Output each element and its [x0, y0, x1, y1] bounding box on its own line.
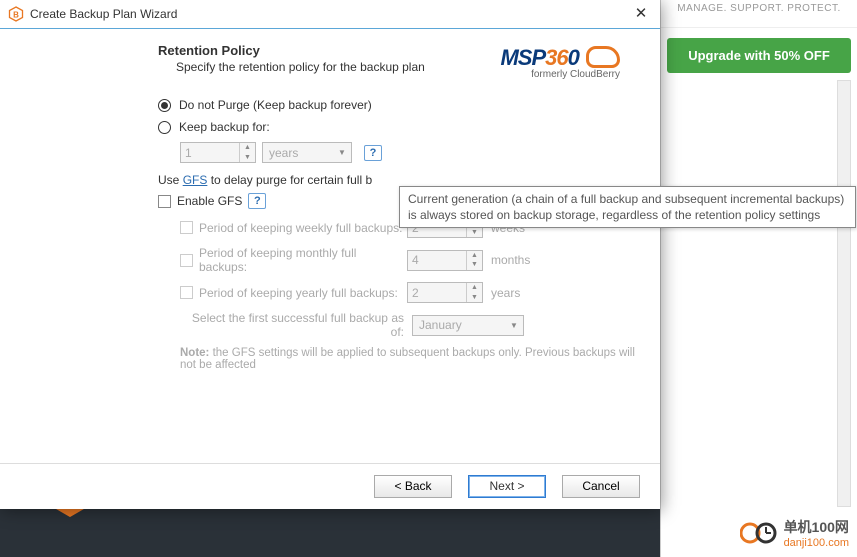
chevron-up-icon[interactable]: ▲ [240, 143, 255, 153]
gfs-settings: Period of keeping weekly full backups: ▲… [180, 217, 636, 371]
gfs-weekly-label: Period of keeping weekly full backups: [199, 221, 407, 235]
cancel-button[interactable]: Cancel [562, 475, 640, 498]
page-title: Retention Policy [158, 43, 500, 58]
gfs-first-backup-label: Select the first successful full backup … [180, 311, 412, 339]
close-button[interactable]: ✕ [626, 4, 656, 24]
next-button[interactable]: Next > [468, 475, 546, 498]
watermark: 单机100网 danji100.com [740, 517, 849, 549]
gfs-info-line: Use GFS to delay purge for certain full … [158, 173, 636, 187]
svg-text:B: B [13, 11, 19, 20]
enable-gfs-checkbox[interactable] [158, 195, 171, 208]
radio-do-not-purge-label: Do not Purge (Keep backup forever) [179, 98, 372, 112]
gfs-monthly-label: Period of keeping monthly full backups: [199, 246, 407, 274]
app-icon: B [8, 6, 24, 22]
dialog-header: Retention Policy Specify the retention p… [0, 29, 660, 84]
enable-gfs-label: Enable GFS [177, 194, 242, 208]
radio-keep-for-label: Keep backup for: [179, 120, 270, 134]
side-scrollbar[interactable] [837, 80, 851, 507]
wizard-content: Do not Purge (Keep backup forever) Keep … [158, 98, 636, 449]
radio-do-not-purge[interactable] [158, 99, 171, 112]
gfs-yearly-label: Period of keeping yearly full backups: [199, 286, 407, 300]
keep-value-spinner[interactable]: ▲▼ [180, 142, 256, 163]
help-icon[interactable]: ? [364, 145, 382, 161]
page-subtitle: Specify the retention policy for the bac… [158, 60, 500, 74]
upgrade-button[interactable]: Upgrade with 50% OFF [667, 38, 851, 73]
gfs-yearly-checkbox [180, 286, 193, 299]
radio-keep-for[interactable] [158, 121, 171, 134]
side-panel: MANAGE. SUPPORT. PROTECT. Upgrade with 5… [660, 0, 857, 557]
gfs-monthly-spinner: ▲▼ [407, 250, 483, 271]
chevron-down-icon: ▼ [335, 148, 349, 157]
keep-value-input[interactable] [181, 143, 239, 162]
keep-unit-select[interactable]: years▼ [262, 142, 352, 163]
help-icon[interactable]: ? [248, 193, 266, 209]
msp360-logo: MSP360 formerly CloudBerry [500, 43, 620, 80]
back-button[interactable]: < Back [374, 475, 452, 498]
watermark-icon [740, 521, 778, 545]
wizard-dialog: B Create Backup Plan Wizard ✕ Retention … [0, 0, 660, 509]
wizard-buttons: < Back Next > Cancel [0, 463, 660, 509]
gfs-monthly-unit: months [491, 253, 530, 267]
cloud-icon [586, 46, 620, 68]
gfs-monthly-checkbox [180, 254, 193, 267]
gfs-weekly-checkbox [180, 221, 193, 234]
gfs-first-backup-select: January▼ [412, 315, 524, 336]
gfs-yearly-spinner: ▲▼ [407, 282, 483, 303]
chevron-down-icon[interactable]: ▼ [240, 153, 255, 163]
side-tagline: MANAGE. SUPPORT. PROTECT. [661, 0, 857, 28]
titlebar: B Create Backup Plan Wizard ✕ [0, 0, 660, 29]
help-tooltip: Current generation (a chain of a full ba… [399, 186, 856, 228]
dialog-title: Create Backup Plan Wizard [30, 7, 626, 21]
gfs-yearly-unit: years [491, 286, 520, 300]
gfs-note: Note: the GFS settings will be applied t… [180, 347, 636, 371]
gfs-link[interactable]: GFS [183, 173, 208, 187]
